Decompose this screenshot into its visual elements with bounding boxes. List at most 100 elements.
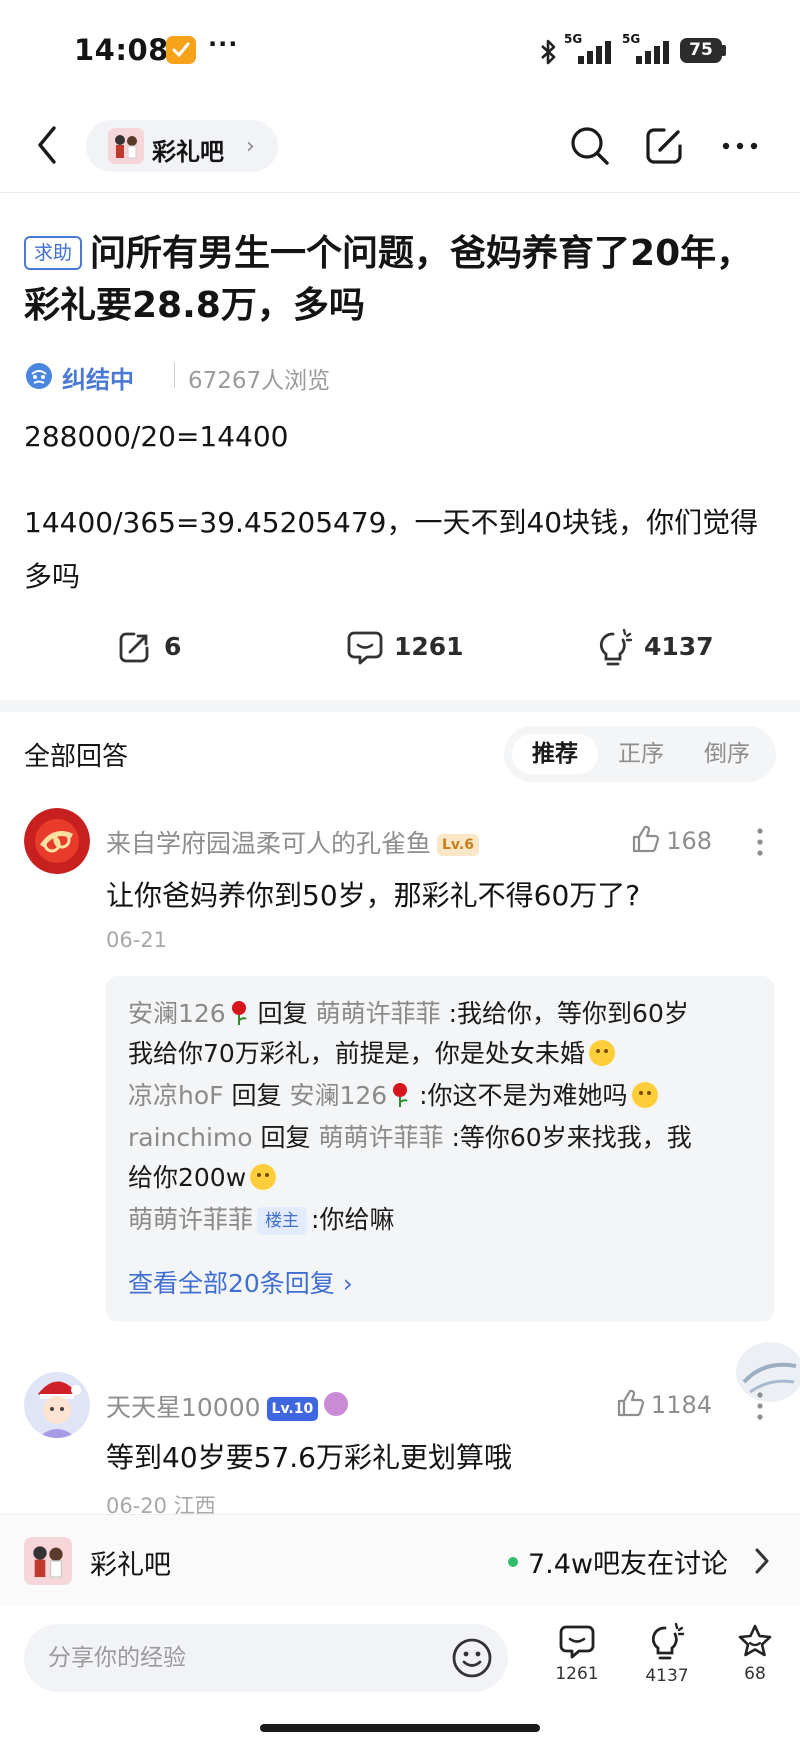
view-all-replies-link[interactable]: 查看全部20条回复 › — [128, 1264, 353, 1300]
forum-avatar — [24, 1537, 72, 1585]
bluetooth-icon — [541, 39, 556, 65]
view-count: 67267人浏览 — [188, 368, 331, 394]
reply-target[interactable]: 萌萌许菲菲 — [316, 999, 441, 1028]
reply-input[interactable] — [48, 1638, 448, 1678]
answers-header: 全部回答 推荐 正序 倒序 — [0, 712, 800, 794]
search-icon[interactable] — [568, 124, 612, 168]
comment-count: 1261 — [394, 632, 464, 661]
edit-icon[interactable] — [642, 124, 686, 168]
post-actions: 6 1261 4137 — [0, 620, 800, 676]
reply-verb: 回复 — [257, 999, 308, 1028]
post-status: 纠结中 — [62, 366, 134, 394]
status-bar: 14:08 ··· 5G 5G 75 — [0, 0, 800, 100]
sort-ascending-tab[interactable]: 正序 — [598, 734, 684, 774]
comment-more-icon[interactable] — [752, 1390, 768, 1422]
sort-recommended-tab[interactable]: 推荐 — [512, 734, 598, 774]
comment-meta: 06-21 — [106, 928, 168, 952]
rose-icon — [231, 1001, 247, 1025]
reply-user[interactable]: 凉凉hoF — [128, 1081, 224, 1110]
reply-target[interactable]: 萌萌许菲菲 — [319, 1123, 444, 1152]
battery-tip — [722, 45, 726, 56]
like-count: 168 — [666, 827, 712, 855]
comment-icon — [347, 631, 383, 665]
reply-verb: 回复 — [260, 1123, 311, 1152]
commenter-avatar[interactable] — [24, 808, 90, 874]
idea-count: 4137 — [644, 632, 714, 661]
divider — [174, 362, 175, 388]
reply-user[interactable]: 萌萌许菲菲 — [128, 1205, 253, 1234]
confused-face-icon — [26, 363, 52, 389]
online-dot-icon — [508, 1557, 518, 1567]
post-title: 问所有男生一个问题，爸妈养育了20年，彩礼要28.8万，多吗 — [24, 233, 753, 326]
online-count: 7.4w吧友在讨论 — [528, 1549, 729, 1580]
reply-text: :我给你，等你到60岁 — [448, 999, 689, 1028]
forum-banner[interactable]: 彩礼吧 7.4w吧友在讨论 — [0, 1514, 800, 1606]
shy-emoji-icon — [588, 1040, 615, 1066]
system-indicators: 5G 5G 75 — [538, 32, 728, 68]
bottom-idea-count: 4137 — [645, 1666, 689, 1686]
reply-line: 安澜126 回复 萌萌许菲菲 :我给你，等你到60岁 — [128, 994, 689, 1030]
star-icon — [738, 1624, 772, 1657]
top-navigation: 彩礼吧 › — [0, 100, 800, 192]
host-tag: 楼主 — [257, 1207, 308, 1235]
more-icon[interactable] — [718, 128, 762, 164]
chevron-right-icon — [755, 1548, 769, 1574]
app-notification-icon — [166, 36, 196, 64]
reply-text: :你这不是为难她吗 — [419, 1081, 628, 1110]
like-button[interactable]: 1184 — [615, 1388, 712, 1419]
thumbs-up-icon — [633, 825, 660, 853]
member-badge-icon — [324, 1392, 349, 1416]
reply-text: 我给你70万彩礼，前提是，你是处女未婚 — [128, 1039, 585, 1068]
reply-verb: 回复 — [231, 1081, 282, 1110]
bottom-comment-count: 1261 — [555, 1664, 599, 1684]
commenter-name-row: 天天星10000 Lv.10 — [106, 1388, 349, 1424]
share-count: 6 — [164, 632, 182, 661]
signal-5g-2-icon: 5G — [622, 32, 676, 66]
comment-more-icon[interactable] — [752, 826, 768, 858]
reply-user[interactable]: rainchimo — [128, 1123, 253, 1152]
reply-text: :你给嘛 — [311, 1205, 395, 1234]
reply-target[interactable]: 安澜126 — [289, 1081, 387, 1110]
divider — [0, 192, 800, 193]
thumbs-up-icon — [617, 1389, 645, 1417]
lightbulb-icon — [599, 628, 633, 666]
comment-text: 等到40岁要57.6万彩礼更划算哦 — [106, 1441, 512, 1474]
level-badge: Lv.6 — [437, 834, 479, 856]
section-divider — [0, 700, 800, 712]
signal-5g-1-icon: 5G — [564, 32, 618, 66]
sort-descending-tab[interactable]: 倒序 — [684, 734, 770, 774]
bottom-favorite-button[interactable]: 68 — [720, 1622, 790, 1702]
forum-entry-button[interactable]: 彩礼吧 › — [86, 120, 278, 172]
reply-line-continued: 我给你70万彩礼，前提是，你是处女未婚 — [128, 1034, 615, 1070]
smile-emoji-icon — [631, 1082, 658, 1108]
bottom-comment-button[interactable]: 1261 — [542, 1622, 612, 1702]
clock: 14:08 — [74, 33, 169, 67]
commenter-name[interactable]: 来自学府园温柔可人的孔雀鱼 — [106, 829, 431, 858]
rose-icon — [393, 1083, 408, 1107]
reply-line: rainchimo 回复 萌萌许菲菲 :等你60岁来找我，我 — [128, 1118, 692, 1154]
post-body-line: 14400/365=39.45205479，一天不到40块钱，你们觉得多吗 — [24, 506, 759, 593]
post-title-block: 求助 问所有男生一个问题，爸妈养育了20年，彩礼要28.8万，多吗 — [24, 228, 764, 332]
help-tag: 求助 — [24, 236, 83, 270]
commenter-avatar[interactable] — [24, 1372, 90, 1438]
emoji-icon[interactable] — [450, 1636, 494, 1680]
comment-icon — [559, 1625, 595, 1659]
reply-input-container[interactable] — [24, 1624, 508, 1692]
back-arrow-icon[interactable] — [32, 120, 62, 170]
answers-title: 全部回答 — [24, 742, 129, 772]
reply-text: 给你200w — [128, 1163, 247, 1192]
bottom-idea-button[interactable]: 4137 — [632, 1622, 702, 1702]
reply-preview-box[interactable]: 安澜126 回复 萌萌许菲菲 :我给你，等你到60岁 我给你70万彩礼，前提是，… — [106, 976, 774, 1322]
forum-name: 彩礼吧 — [152, 138, 224, 166]
like-button[interactable]: 168 — [630, 824, 712, 855]
reply-line: 萌萌许菲菲 楼主:你给嘛 — [128, 1200, 394, 1236]
bottom-action-bar: 1261 4137 68 — [0, 1606, 800, 1742]
bottom-star-count: 68 — [744, 1664, 766, 1684]
chevron-right-icon: › — [246, 134, 255, 159]
commenter-name[interactable]: 天天星10000 — [106, 1393, 261, 1422]
battery-icon: 75 — [680, 38, 722, 63]
forum-avatar — [108, 128, 144, 164]
reply-line-continued: 给你200w — [128, 1158, 277, 1194]
reply-user[interactable]: 安澜126 — [128, 999, 226, 1028]
reply-line: 凉凉hoF 回复 安澜126 :你这不是为难她吗 — [128, 1076, 658, 1112]
